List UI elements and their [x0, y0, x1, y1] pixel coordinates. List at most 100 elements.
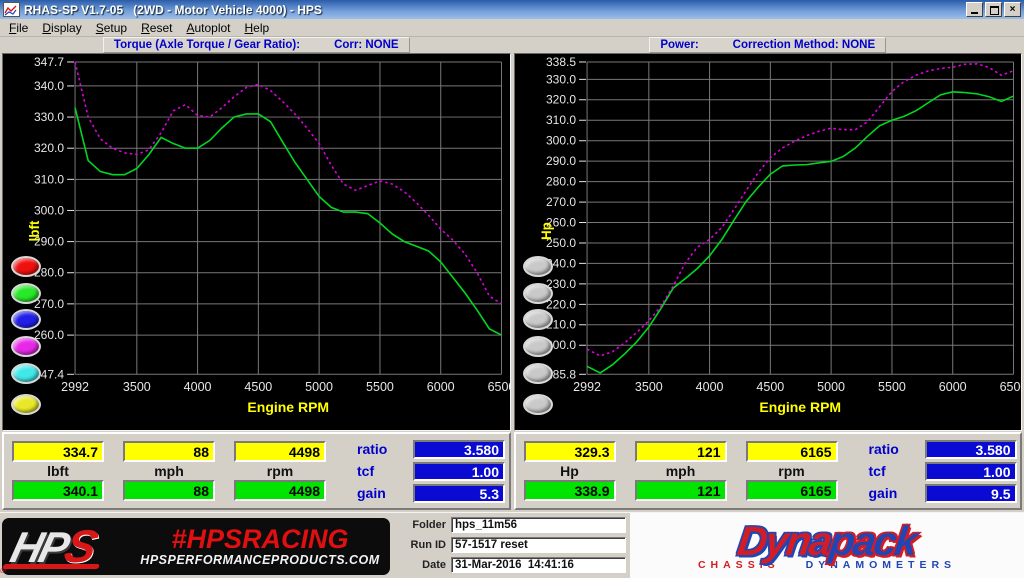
hps-hashtag: #HPSRACING [171, 526, 348, 552]
trace-color-button-1[interactable] [523, 283, 553, 304]
readout-column-lbft: 334.7 lbft 340.1 [12, 441, 104, 501]
close-icon: × [1010, 4, 1016, 15]
readout-column-mph: 88 mph 88 [123, 441, 215, 501]
cursor-value-box: 88 [123, 441, 215, 462]
svg-text:290.0: 290.0 [546, 154, 576, 168]
readout-column-rpm: 6165 rpm 6165 [746, 441, 838, 501]
form-field[interactable]: 57-1517 reset [451, 537, 626, 553]
svg-text:5000: 5000 [817, 380, 845, 394]
trace-color-button-0[interactable] [523, 256, 553, 277]
readout-column-Hp: 329.3 Hp 338.9 [524, 441, 616, 501]
parameter-row-gain: gain 5.3 [357, 483, 505, 503]
cursor-value-box: 334.7 [12, 441, 104, 462]
parameter-label: tcf [357, 463, 413, 479]
power-chart-panel: Power: Correction Method: NONE 299235004… [514, 37, 1023, 431]
minimize-icon [971, 12, 978, 14]
parameter-label: gain [869, 485, 925, 501]
trace-color-button-5[interactable] [11, 394, 41, 415]
torque-chart-header: Torque (Axle Torque / Gear Ratio): Corr:… [2, 37, 511, 53]
hps-banner: HPS ® #HPSRACING HPSPERFORMANCEPRODUCTS.… [2, 518, 390, 575]
trace-color-button-1[interactable] [11, 283, 41, 304]
form-field[interactable]: hps_11m56 [451, 517, 626, 533]
svg-text:6000: 6000 [427, 380, 455, 394]
parameter-row-ratio: ratio 3.580 [869, 439, 1017, 459]
hps-logo-swoosh [3, 564, 100, 569]
menu-item-autoplot[interactable]: Autoplot [179, 20, 237, 36]
power-chart-title: Power: [660, 39, 698, 51]
power-plot: 29923500400045005000550060006500338.5330… [514, 53, 1023, 431]
svg-text:4000: 4000 [695, 380, 723, 394]
close-button[interactable]: × [1004, 2, 1021, 17]
svg-text:300.0: 300.0 [546, 134, 576, 148]
parameter-value-box: 5.3 [413, 484, 505, 503]
menu-item-file[interactable]: File [2, 20, 35, 36]
parameter-label: tcf [869, 463, 925, 479]
trace-color-button-3[interactable] [523, 336, 553, 357]
svg-text:6500: 6500 [999, 380, 1021, 394]
peak-value-box: 338.9 [524, 480, 616, 501]
svg-text:Engine RPM: Engine RPM [759, 399, 841, 415]
minimize-button[interactable] [966, 2, 983, 17]
parameter-row-gain: gain 9.5 [869, 483, 1017, 503]
svg-text:6000: 6000 [938, 380, 966, 394]
torque-chart-panel: Torque (Axle Torque / Gear Ratio): Corr:… [2, 37, 511, 431]
svg-text:4500: 4500 [756, 380, 784, 394]
cursor-value-box: 6165 [746, 441, 838, 462]
menu-item-reset[interactable]: Reset [134, 20, 179, 36]
title-bar: RHAS-SP V1.7-05 (2WD - Motor Vehicle 400… [0, 0, 1024, 19]
menu-item-setup[interactable]: Setup [89, 20, 134, 36]
torque-chart-svg: 29923500400045005000550060006500347.7340… [3, 54, 510, 430]
hps-text-block: #HPSRACING HPSPERFORMANCEPRODUCTS.COM [140, 526, 380, 567]
svg-text:2992: 2992 [573, 380, 601, 394]
trace-color-button-2[interactable] [523, 309, 553, 330]
power-chart-header: Power: Correction Method: NONE [514, 37, 1023, 53]
svg-text:5000: 5000 [305, 380, 333, 394]
parameter-value-box: 1.00 [925, 462, 1017, 481]
svg-text:Engine RPM: Engine RPM [247, 399, 329, 415]
svg-text:5500: 5500 [878, 380, 906, 394]
form-field[interactable]: 31-Mar-2016 14:41:16 [451, 557, 626, 573]
restore-icon [990, 6, 999, 15]
dynapack-logo: Dynapack [735, 521, 918, 561]
trace-color-button-2[interactable] [11, 309, 41, 330]
footer: HPS ® #HPSRACING HPSPERFORMANCEPRODUCTS.… [0, 512, 1024, 578]
svg-text:347.7: 347.7 [34, 55, 64, 69]
svg-text:2992: 2992 [61, 380, 89, 394]
form-label: Folder [398, 519, 446, 531]
svg-text:338.5: 338.5 [546, 55, 576, 69]
peak-value-box: 340.1 [12, 480, 104, 501]
trace-color-button-4[interactable] [11, 363, 41, 384]
restore-button[interactable] [985, 2, 1002, 17]
charts-row: Torque (Axle Torque / Gear Ratio): Corr:… [0, 37, 1024, 431]
cursor-value-box: 329.3 [524, 441, 616, 462]
torque-readout-panel: 334.7 lbft 340.1 88 mph 88 4498 rpm 4498… [2, 432, 511, 510]
parameter-column: ratio 3.580 tcf 1.00 gain 9.5 [869, 439, 1017, 503]
trace-color-button-3[interactable] [11, 336, 41, 357]
parameter-label: ratio [357, 441, 413, 457]
torque-plot: 29923500400045005000550060006500347.7340… [2, 53, 511, 431]
hps-url: HPSPERFORMANCEPRODUCTS.COM [140, 553, 379, 567]
parameter-label: ratio [869, 441, 925, 457]
menu-item-display[interactable]: Display [35, 20, 88, 36]
hps-logo: HPS ® [6, 522, 146, 572]
menu-item-help[interactable]: Help [238, 20, 277, 36]
trace-color-button-0[interactable] [11, 256, 41, 277]
cursor-value-box: 121 [635, 441, 727, 462]
trace-color-button-4[interactable] [523, 363, 553, 384]
unit-label: rpm [234, 462, 326, 480]
svg-text:320.0: 320.0 [546, 93, 576, 107]
parameter-value-box: 9.5 [925, 484, 1017, 503]
svg-text:3500: 3500 [123, 380, 151, 394]
window-title: RHAS-SP V1.7-05 (2WD - Motor Vehicle 400… [24, 3, 964, 17]
svg-text:270.0: 270.0 [546, 195, 576, 209]
svg-text:Hp: Hp [538, 222, 553, 240]
form-label: Date [398, 559, 446, 571]
svg-text:310.0: 310.0 [546, 113, 576, 127]
svg-text:6500: 6500 [488, 380, 510, 394]
unit-label: Hp [524, 462, 616, 480]
trace-color-button-5[interactable] [523, 394, 553, 415]
unit-label: mph [123, 462, 215, 480]
svg-text:310.0: 310.0 [34, 172, 64, 186]
menu-bar: FileDisplaySetupResetAutoplotHelp [0, 19, 1024, 37]
unit-label: lbft [12, 462, 104, 480]
